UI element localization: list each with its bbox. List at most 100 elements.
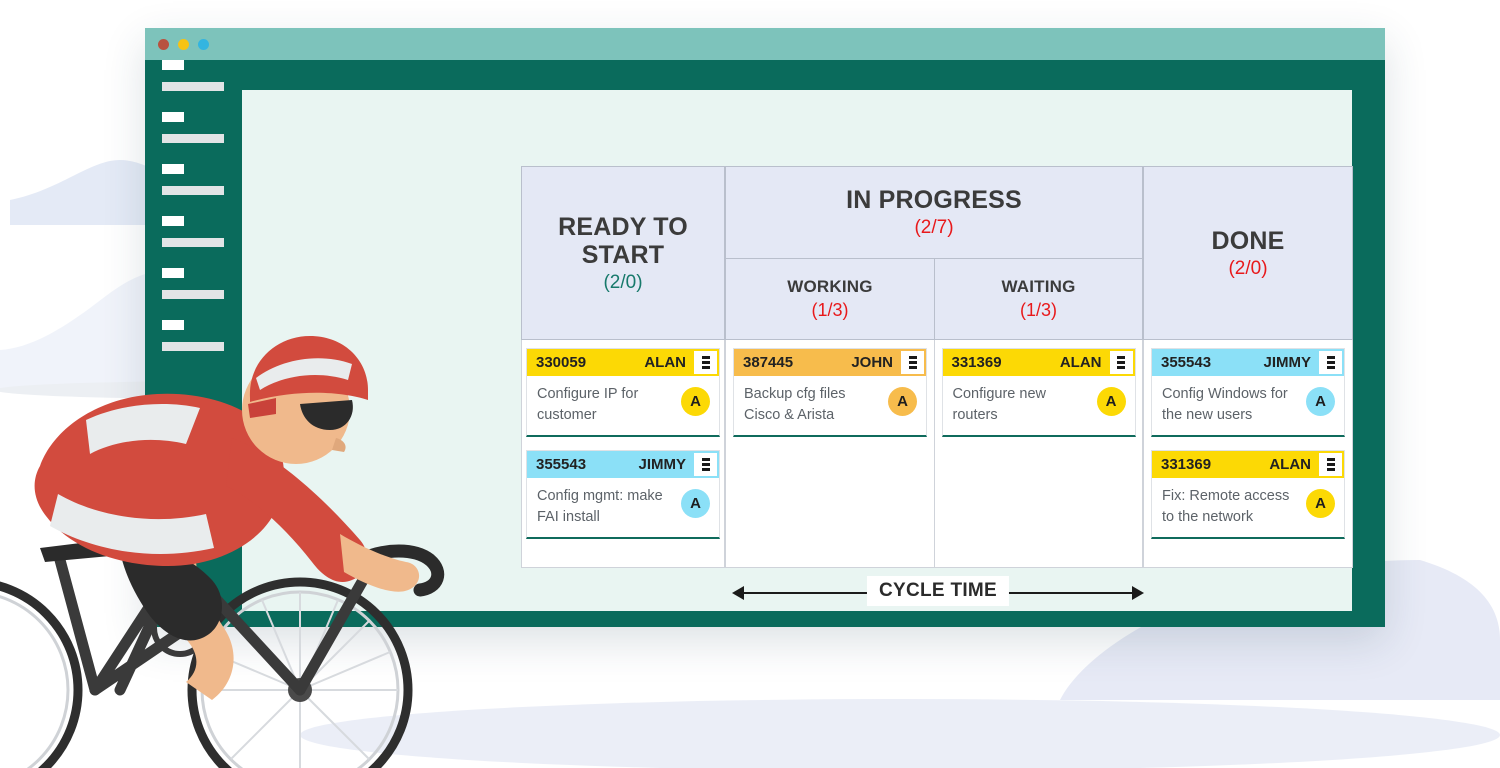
task-card[interactable]: 387445 JOHN Backup cfg files Cisco & Ari… <box>733 348 927 438</box>
task-card[interactable]: 330059 ALAN Configure IP for customer A <box>526 348 720 438</box>
column-in-progress: IN PROGRESS (2/7) WORKING (1/3) WAITING … <box>725 166 1143 568</box>
sidebar-item-3[interactable] <box>162 164 224 195</box>
column-body-ready-to-start[interactable]: 330059 ALAN Configure IP for customer A <box>521 340 725 568</box>
column-body-working[interactable]: 387445 JOHN Backup cfg files Cisco & Ari… <box>725 340 934 568</box>
card-assignee: ALAN <box>644 354 686 371</box>
card-header: 331369 ALAN <box>1152 451 1344 479</box>
card-description: Config mgmt: make FAI install <box>537 488 663 525</box>
subcolumn-wip-count: (1/3) <box>1019 299 1057 320</box>
task-card[interactable]: 355543 JIMMY Config Windows for the new … <box>1151 348 1345 438</box>
card-menu-icon[interactable] <box>1109 351 1133 374</box>
card-id: 331369 <box>1161 456 1212 474</box>
column-header-in-progress: IN PROGRESS (2/7) <box>725 166 1143 258</box>
card-assignee: JIMMY <box>638 456 686 474</box>
card-id: 330059 <box>536 354 587 371</box>
sidebar-item-icon-placeholder <box>162 320 184 330</box>
card-header: 355543 JIMMY <box>1152 349 1344 376</box>
task-card[interactable]: 331369 ALAN Configure new routers A <box>941 348 1136 438</box>
sidebar-item-label-placeholder <box>162 82 224 91</box>
card-menu-icon[interactable] <box>1319 351 1342 374</box>
column-ready-to-start: READY TO START (2/0) 330059 ALAN Configu… <box>521 166 725 568</box>
card-menu-icon[interactable] <box>694 453 717 477</box>
column-header-ready-to-start: READY TO START (2/0) <box>521 166 725 340</box>
sidebar-item-icon-placeholder <box>162 216 184 226</box>
sidebar-item-label-placeholder <box>162 186 224 195</box>
subcolumn-header-working: WORKING (1/3) <box>725 258 934 340</box>
card-description: Config Windows for the new users <box>1162 386 1288 423</box>
avatar: A <box>1306 489 1335 519</box>
sidebar-item-1[interactable] <box>162 60 224 91</box>
card-header: 387445 JOHN <box>734 349 926 376</box>
card-id: 355543 <box>536 456 587 474</box>
task-card[interactable]: 355543 JIMMY Config mgmt: make FAI insta… <box>526 450 720 540</box>
card-assignee: ALAN <box>1269 456 1311 474</box>
sidebar-item-icon-placeholder <box>162 60 184 70</box>
sidebar-item-6[interactable] <box>162 320 224 351</box>
maximize-dot[interactable] <box>198 39 209 50</box>
card-assignee: JOHN <box>851 354 893 371</box>
column-title: DONE <box>1211 226 1285 255</box>
sidebar-item-icon-placeholder <box>162 164 184 174</box>
card-header: 331369 ALAN <box>942 349 1135 376</box>
card-assignee: ALAN <box>1059 354 1102 371</box>
column-done: DONE (2/0) 355543 JIMMY Config Windows f… <box>1143 166 1353 568</box>
sidebar-item-5[interactable] <box>162 268 224 299</box>
illustration-scene: READY TO START (2/0) 330059 ALAN Configu… <box>0 0 1500 768</box>
column-wip-count: (2/0) <box>603 271 643 293</box>
avatar: A <box>1306 387 1335 416</box>
column-wip-count: (2/0) <box>1228 257 1268 279</box>
kanban-board: READY TO START (2/0) 330059 ALAN Configu… <box>242 90 1353 611</box>
subcolumn-headers: WORKING (1/3) WAITING (1/3) <box>725 258 1143 340</box>
arrow-right-icon <box>1132 586 1144 600</box>
card-body: Configure IP for customer A <box>527 376 719 435</box>
avatar: A <box>1096 387 1126 416</box>
sidebar-item-label-placeholder <box>162 290 224 299</box>
column-body-waiting[interactable]: 331369 ALAN Configure new routers A <box>934 340 1143 568</box>
card-menu-icon[interactable] <box>694 351 717 374</box>
arrow-left-icon <box>732 586 744 600</box>
card-body: Configure new routers A <box>943 376 1135 435</box>
sidebar-item-2[interactable] <box>162 112 224 143</box>
card-body: Fix: Remote access to the network A <box>1152 478 1344 537</box>
avatar: A <box>888 387 917 416</box>
minimize-dot[interactable] <box>178 39 189 50</box>
card-body: Config mgmt: make FAI install A <box>527 478 719 537</box>
card-description: Fix: Remote access to the network <box>1162 488 1290 525</box>
subcolumn-wip-count: (1/3) <box>811 299 849 320</box>
card-id: 355543 <box>1161 354 1212 371</box>
card-menu-icon[interactable] <box>901 351 924 374</box>
card-assignee: JIMMY <box>1263 354 1311 371</box>
column-wip-count: (2/7) <box>914 217 954 238</box>
sidebar-item-label-placeholder <box>162 134 224 143</box>
sidebar <box>145 60 242 627</box>
card-header: 355543 JIMMY <box>527 451 719 479</box>
card-description: Configure new routers <box>952 386 1047 423</box>
card-menu-icon[interactable] <box>1319 453 1342 477</box>
avatar: A <box>681 489 710 519</box>
task-card[interactable]: 331369 ALAN Fix: Remote access to the ne… <box>1151 450 1345 540</box>
card-header: 330059 ALAN <box>527 349 719 376</box>
subcolumn-bodies: 387445 JOHN Backup cfg files Cisco & Ari… <box>725 340 1143 568</box>
subcolumn-header-waiting: WAITING (1/3) <box>934 258 1143 340</box>
card-body: Backup cfg files Cisco & Arista A <box>734 376 926 435</box>
browser-window: READY TO START (2/0) 330059 ALAN Configu… <box>145 28 1385 627</box>
close-dot[interactable] <box>158 39 169 50</box>
card-description: Backup cfg files Cisco & Arista <box>744 386 846 423</box>
subcolumn-title: WORKING <box>787 277 873 297</box>
sidebar-item-label-placeholder <box>162 238 224 247</box>
avatar: A <box>681 387 710 416</box>
sidebar-item-4[interactable] <box>162 216 224 247</box>
cycle-time-annotation: CYCLE TIME <box>732 576 1144 610</box>
card-id: 331369 <box>951 354 1002 371</box>
column-body-done[interactable]: 355543 JIMMY Config Windows for the new … <box>1143 340 1353 568</box>
sidebar-item-icon-placeholder <box>162 112 184 122</box>
cycle-time-label: CYCLE TIME <box>866 576 1010 606</box>
column-title: READY TO START <box>558 212 688 269</box>
card-description: Configure IP for customer <box>537 386 639 423</box>
subcolumn-title: WAITING <box>1001 277 1076 297</box>
board-columns: READY TO START (2/0) 330059 ALAN Configu… <box>521 166 1353 568</box>
card-body: Config Windows for the new users A <box>1152 376 1344 435</box>
window-titlebar <box>145 28 1385 60</box>
sidebar-item-label-placeholder <box>162 342 224 351</box>
card-id: 387445 <box>743 354 794 371</box>
